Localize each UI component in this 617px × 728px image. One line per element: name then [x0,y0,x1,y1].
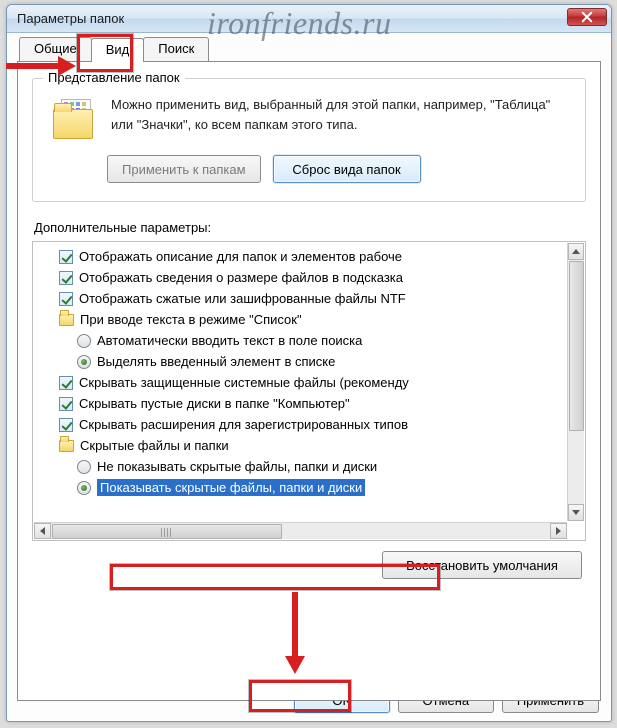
tree-item[interactable]: Скрывать пустые диски в папке "Компьютер… [41,393,583,414]
scroll-up-button[interactable] [568,243,584,260]
radio-icon [77,355,91,369]
scroll-right-button[interactable] [550,523,567,539]
scroll-down-button[interactable] [568,504,584,521]
folder-icon [59,314,74,326]
radio-icon [77,481,91,495]
scroll-thumb-h[interactable] [52,524,282,539]
folder-preview-icon [53,97,97,141]
window-title: Параметры папок [17,11,124,26]
folder-options-window: Параметры папок ironfriends.ru Общие Вид… [6,4,612,722]
titlebar[interactable]: Параметры папок [7,5,611,33]
group-title: Представление папок [43,70,185,85]
advanced-settings-label: Дополнительные параметры: [34,220,586,235]
restore-defaults-button[interactable]: Восстановить умолчания [382,551,582,579]
reset-folders-button[interactable]: Сброс вида папок [273,155,421,183]
scroll-thumb-v[interactable] [569,261,584,431]
tab-strip: Общие Вид Поиск [19,37,601,61]
checkbox-icon [59,292,73,306]
apply-to-folders-button[interactable]: Применить к папкам [107,155,261,183]
tree-item[interactable]: Выделять введенный элемент в списке [41,351,583,372]
tree-item[interactable]: Скрывать защищенные системные файлы (рек… [41,372,583,393]
tree-item[interactable]: Скрытые файлы и папки [41,435,583,456]
folder-icon [59,440,74,452]
tab-search[interactable]: Поиск [143,37,209,61]
content-area: Общие Вид Поиск Представление папок Можн… [7,33,611,711]
tab-panel: Представление папок Можно применить вид,… [17,61,601,701]
tab-view[interactable]: Вид [91,38,145,62]
close-button[interactable] [567,8,607,26]
tree-item-label: Выделять введенный элемент в списке [97,354,335,369]
tree-item-label: Автоматически вводить текст в поле поиск… [97,333,362,348]
group-description: Можно применить вид, выбранный для этой … [111,95,571,134]
radio-icon [77,334,91,348]
tree-item[interactable]: Скрывать расширения для зарегистрированн… [41,414,583,435]
folder-views-group: Представление папок Можно применить вид,… [32,78,586,202]
vertical-scrollbar[interactable] [567,243,584,521]
tree-item[interactable]: Не показывать скрытые файлы, папки и дис… [41,456,583,477]
tree-item[interactable]: Отображать описание для папок и элементо… [41,246,583,267]
tree-item-label: Показывать скрытые файлы, папки и диски [97,479,365,496]
horizontal-scrollbar[interactable] [34,522,567,539]
tree-item-label: Отображать описание для папок и элементо… [79,249,402,264]
tree-item-label: Скрывать пустые диски в папке "Компьютер… [79,396,350,411]
tree-item[interactable]: При вводе текста в режиме "Список" [41,309,583,330]
checkbox-icon [59,250,73,264]
close-icon [581,11,593,23]
checkbox-icon [59,376,73,390]
checkbox-icon [59,397,73,411]
tree-item-label: При вводе текста в режиме "Список" [80,312,302,327]
advanced-settings-tree[interactable]: Отображать описание для папок и элементо… [32,241,586,541]
tree-item-label: Скрывать расширения для зарегистрированн… [79,417,408,432]
tree-item-label: Скрывать защищенные системные файлы (рек… [79,375,409,390]
checkbox-icon [59,271,73,285]
tree-item-label: Отображать сведения о размере файлов в п… [79,270,403,285]
radio-icon [77,460,91,474]
checkbox-icon [59,418,73,432]
tree-item-label: Скрытые файлы и папки [80,438,229,453]
tree-item[interactable]: Автоматически вводить текст в поле поиск… [41,330,583,351]
tree-item[interactable]: Отображать сведения о размере файлов в п… [41,267,583,288]
tree-item-label: Отображать сжатые или зашифрованные файл… [79,291,406,306]
tree-item-label: Не показывать скрытые файлы, папки и дис… [97,459,377,474]
tab-general[interactable]: Общие [19,37,92,61]
tree-item[interactable]: Показывать скрытые файлы, папки и диски [41,477,583,498]
tree-item[interactable]: Отображать сжатые или зашифрованные файл… [41,288,583,309]
scroll-left-button[interactable] [34,523,51,539]
